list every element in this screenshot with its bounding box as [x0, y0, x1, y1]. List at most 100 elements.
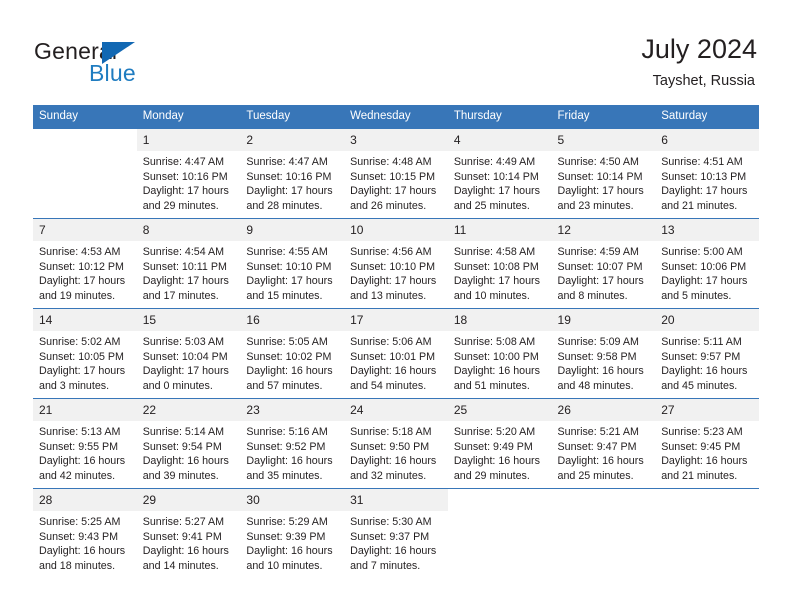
daylight-text-line2: and 10 minutes. [246, 560, 323, 573]
daylight-text-line2: and 7 minutes. [350, 560, 421, 573]
day-details: Sunrise: 5:09 AM Sunset: 9:58 PM Daylight:… [552, 331, 656, 394]
calendar-day-cell[interactable]: 29 Sunrise: 5:27 AM Sunset: 9:41 PM Dayligh… [136, 488, 241, 577]
calendar-day-cell-empty [447, 488, 552, 577]
calendar-day-cell[interactable]: 8 Sunrise: 4:54 AM Sunset: 10:11 PM Dayligh… [136, 218, 241, 309]
calendar-day-cell[interactable]: 28 Sunrise: 5:25 AM Sunset: 9:43 PM Dayligh… [33, 488, 137, 577]
calendar-day-cell[interactable]: 23 Sunrise: 5:16 AM Sunset: 9:52 PM Dayligh… [240, 398, 345, 489]
sunrise-text: Sunrise: 4:59 AM [557, 246, 639, 258]
day-number: 26 [551, 399, 656, 421]
calendar-week-row: 7 Sunrise: 4:53 AM Sunset: 10:12 PM Dayligh… [33, 218, 759, 309]
calendar-day-cell[interactable]: 16 Sunrise: 5:05 AM Sunset: 10:02 PM Daylig… [240, 308, 345, 399]
day-details: Sunrise: 5:23 AM Sunset: 9:45 PM Daylight:… [655, 421, 759, 484]
sunrise-text: Sunrise: 5:21 AM [557, 426, 639, 438]
daylight-text-line2: and 54 minutes. [350, 380, 427, 393]
page-header: General Blue July 2024 Tayshet, Russia [0, 0, 792, 100]
day-details: Sunrise: 4:56 AM Sunset: 10:10 PM Daylight… [344, 241, 448, 304]
sunrise-text: Sunrise: 5:27 AM [142, 516, 225, 528]
daylight-text-line2: and 21 minutes. [661, 200, 738, 213]
calendar-day-cell[interactable]: 17 Sunrise: 5:06 AM Sunset: 10:01 PM Daylig… [344, 308, 448, 399]
day-details: Sunrise: 5:11 AM Sunset: 9:57 PM Daylight:… [655, 331, 759, 394]
calendar-week-row: 14 Sunrise: 5:02 AM Sunset: 10:05 PM Daylig… [33, 308, 759, 399]
daylight-text-line2: and 13 minutes. [350, 290, 427, 303]
day-cell-inner: 29 Sunrise: 5:27 AM Sunset: 9:41 PM Dayligh… [136, 489, 241, 577]
calendar-day-cell[interactable]: 12 Sunrise: 4:59 AM Sunset: 10:07 PM Daylig… [551, 218, 656, 309]
calendar-day-cell[interactable]: 30 Sunrise: 5:29 AM Sunset: 9:39 PM Dayligh… [240, 488, 345, 577]
day-cell-inner: 15 Sunrise: 5:03 AM Sunset: 10:04 PM Daylig… [136, 309, 241, 398]
day-details: Sunrise: 4:53 AM Sunset: 10:12 PM Daylight… [33, 241, 137, 304]
sunset-text: Sunset: 9:57 PM [661, 350, 741, 363]
sunrise-text: Sunrise: 5:14 AM [142, 426, 225, 438]
calendar-day-cell[interactable]: 15 Sunrise: 5:03 AM Sunset: 10:04 PM Daylig… [136, 308, 241, 399]
calendar-day-cell[interactable]: 7 Sunrise: 4:53 AM Sunset: 10:12 PM Dayligh… [33, 218, 137, 309]
calendar-day-cell[interactable]: 3 Sunrise: 4:48 AM Sunset: 10:15 PM Dayligh… [344, 128, 448, 219]
sunrise-text: Sunrise: 5:11 AM [661, 336, 742, 348]
day-details: Sunrise: 5:08 AM Sunset: 10:00 PM Daylight… [448, 331, 552, 394]
calendar-day-cell[interactable]: 6 Sunrise: 4:51 AM Sunset: 10:13 PM Dayligh… [655, 128, 759, 219]
weekday-header-monday: Monday [136, 105, 241, 129]
daylight-text-line1: Daylight: 17 hours [350, 185, 437, 198]
daylight-text-line1: Daylight: 17 hours [246, 185, 333, 198]
day-details: Sunrise: 4:47 AM Sunset: 10:16 PM Daylight… [137, 151, 241, 214]
calendar-day-cell[interactable]: 11 Sunrise: 4:58 AM Sunset: 10:08 PM Daylig… [447, 218, 552, 309]
day-number: 11 [447, 219, 552, 241]
day-number: 27 [655, 399, 759, 421]
calendar-day-cell[interactable]: 5 Sunrise: 4:50 AM Sunset: 10:14 PM Dayligh… [551, 128, 656, 219]
day-details: Sunrise: 4:51 AM Sunset: 10:13 PM Daylight… [655, 151, 759, 214]
calendar-day-cell[interactable]: 4 Sunrise: 4:49 AM Sunset: 10:14 PM Dayligh… [447, 128, 552, 219]
calendar-day-cell[interactable]: 1 Sunrise: 4:47 AM Sunset: 10:16 PM Dayligh… [136, 128, 241, 219]
day-number: 28 [33, 489, 137, 511]
page-title: July 2024 [641, 34, 757, 64]
day-cell-inner: 20 Sunrise: 5:11 AM Sunset: 9:57 PM Dayligh… [655, 309, 759, 398]
day-number: 14 [33, 309, 137, 331]
day-details: Sunrise: 4:50 AM Sunset: 10:14 PM Daylight… [552, 151, 656, 214]
daylight-text-line1: Daylight: 16 hours [350, 365, 437, 378]
daylight-text-line2: and 35 minutes. [246, 470, 323, 483]
day-details: Sunrise: 4:58 AM Sunset: 10:08 PM Daylight… [448, 241, 552, 304]
calendar-day-cell[interactable]: 10 Sunrise: 4:56 AM Sunset: 10:10 PM Daylig… [344, 218, 448, 309]
calendar-day-cell[interactable]: 26 Sunrise: 5:21 AM Sunset: 9:47 PM Dayligh… [551, 398, 656, 489]
daylight-text-line1: Daylight: 16 hours [453, 365, 540, 378]
calendar-day-cell[interactable]: 13 Sunrise: 5:00 AM Sunset: 10:06 PM Daylig… [655, 218, 759, 309]
daylight-text-line2: and 39 minutes. [142, 470, 219, 483]
calendar-day-cell[interactable]: 19 Sunrise: 5:09 AM Sunset: 9:58 PM Dayligh… [551, 308, 656, 399]
daylight-text-line1: Daylight: 17 hours [350, 275, 437, 288]
day-cell-inner: 19 Sunrise: 5:09 AM Sunset: 9:58 PM Dayligh… [551, 309, 656, 398]
daylight-text-line2: and 5 minutes. [661, 290, 732, 303]
calendar-day-cell[interactable]: 22 Sunrise: 5:14 AM Sunset: 9:54 PM Dayligh… [136, 398, 241, 489]
daylight-text-line2: and 51 minutes. [453, 380, 530, 393]
sunset-text: Sunset: 10:10 PM [246, 260, 332, 273]
general-blue-logo[interactable]: General Blue [34, 38, 274, 88]
calendar-day-cell[interactable]: 2 Sunrise: 4:47 AM Sunset: 10:16 PM Dayligh… [240, 128, 345, 219]
daylight-text-line2: and 29 minutes. [142, 200, 219, 213]
calendar-day-cell[interactable]: 31 Sunrise: 5:30 AM Sunset: 9:37 PM Dayligh… [344, 488, 448, 577]
calendar-day-cell-empty [655, 488, 759, 577]
daylight-text-line1: Daylight: 16 hours [557, 365, 644, 378]
daylight-text-line2: and 25 minutes. [557, 470, 634, 483]
day-number: 3 [344, 129, 448, 151]
day-cell-inner: 18 Sunrise: 5:08 AM Sunset: 10:00 PM Daylig… [447, 309, 552, 398]
day-number: 16 [240, 309, 345, 331]
sunset-text: Sunset: 10:00 PM [453, 350, 539, 363]
sunrise-text: Sunrise: 4:54 AM [142, 246, 225, 258]
calendar-day-cell[interactable]: 9 Sunrise: 4:55 AM Sunset: 10:10 PM Dayligh… [240, 218, 345, 309]
calendar-day-cell[interactable]: 21 Sunrise: 5:13 AM Sunset: 9:55 PM Dayligh… [33, 398, 137, 489]
sunset-text: Sunset: 9:49 PM [453, 440, 533, 453]
daylight-text-line1: Daylight: 16 hours [661, 365, 748, 378]
calendar-day-cell[interactable]: 25 Sunrise: 5:20 AM Sunset: 9:49 PM Dayligh… [447, 398, 552, 489]
sunrise-text: Sunrise: 4:47 AM [142, 156, 225, 168]
day-number: 29 [136, 489, 241, 511]
day-number: 25 [447, 399, 552, 421]
calendar-day-cell[interactable]: 20 Sunrise: 5:11 AM Sunset: 9:57 PM Dayligh… [655, 308, 759, 399]
sunrise-text: Sunrise: 5:03 AM [142, 336, 225, 348]
calendar-day-cell[interactable]: 24 Sunrise: 5:18 AM Sunset: 9:50 PM Dayligh… [344, 398, 448, 489]
daylight-text-line2: and 29 minutes. [453, 470, 530, 483]
day-cell-inner: 1 Sunrise: 4:47 AM Sunset: 10:16 PM Dayligh… [136, 129, 241, 218]
day-number: 17 [344, 309, 448, 331]
calendar-day-cell[interactable]: 18 Sunrise: 5:08 AM Sunset: 10:00 PM Daylig… [447, 308, 552, 399]
calendar-day-cell[interactable]: 27 Sunrise: 5:23 AM Sunset: 9:45 PM Dayligh… [655, 398, 759, 489]
day-number: 9 [240, 219, 345, 241]
sunset-text: Sunset: 10:11 PM [142, 260, 227, 273]
sunset-text: Sunset: 10:14 PM [453, 170, 539, 183]
calendar-day-cell[interactable]: 14 Sunrise: 5:02 AM Sunset: 10:05 PM Daylig… [33, 308, 137, 399]
day-cell-inner [655, 489, 759, 577]
